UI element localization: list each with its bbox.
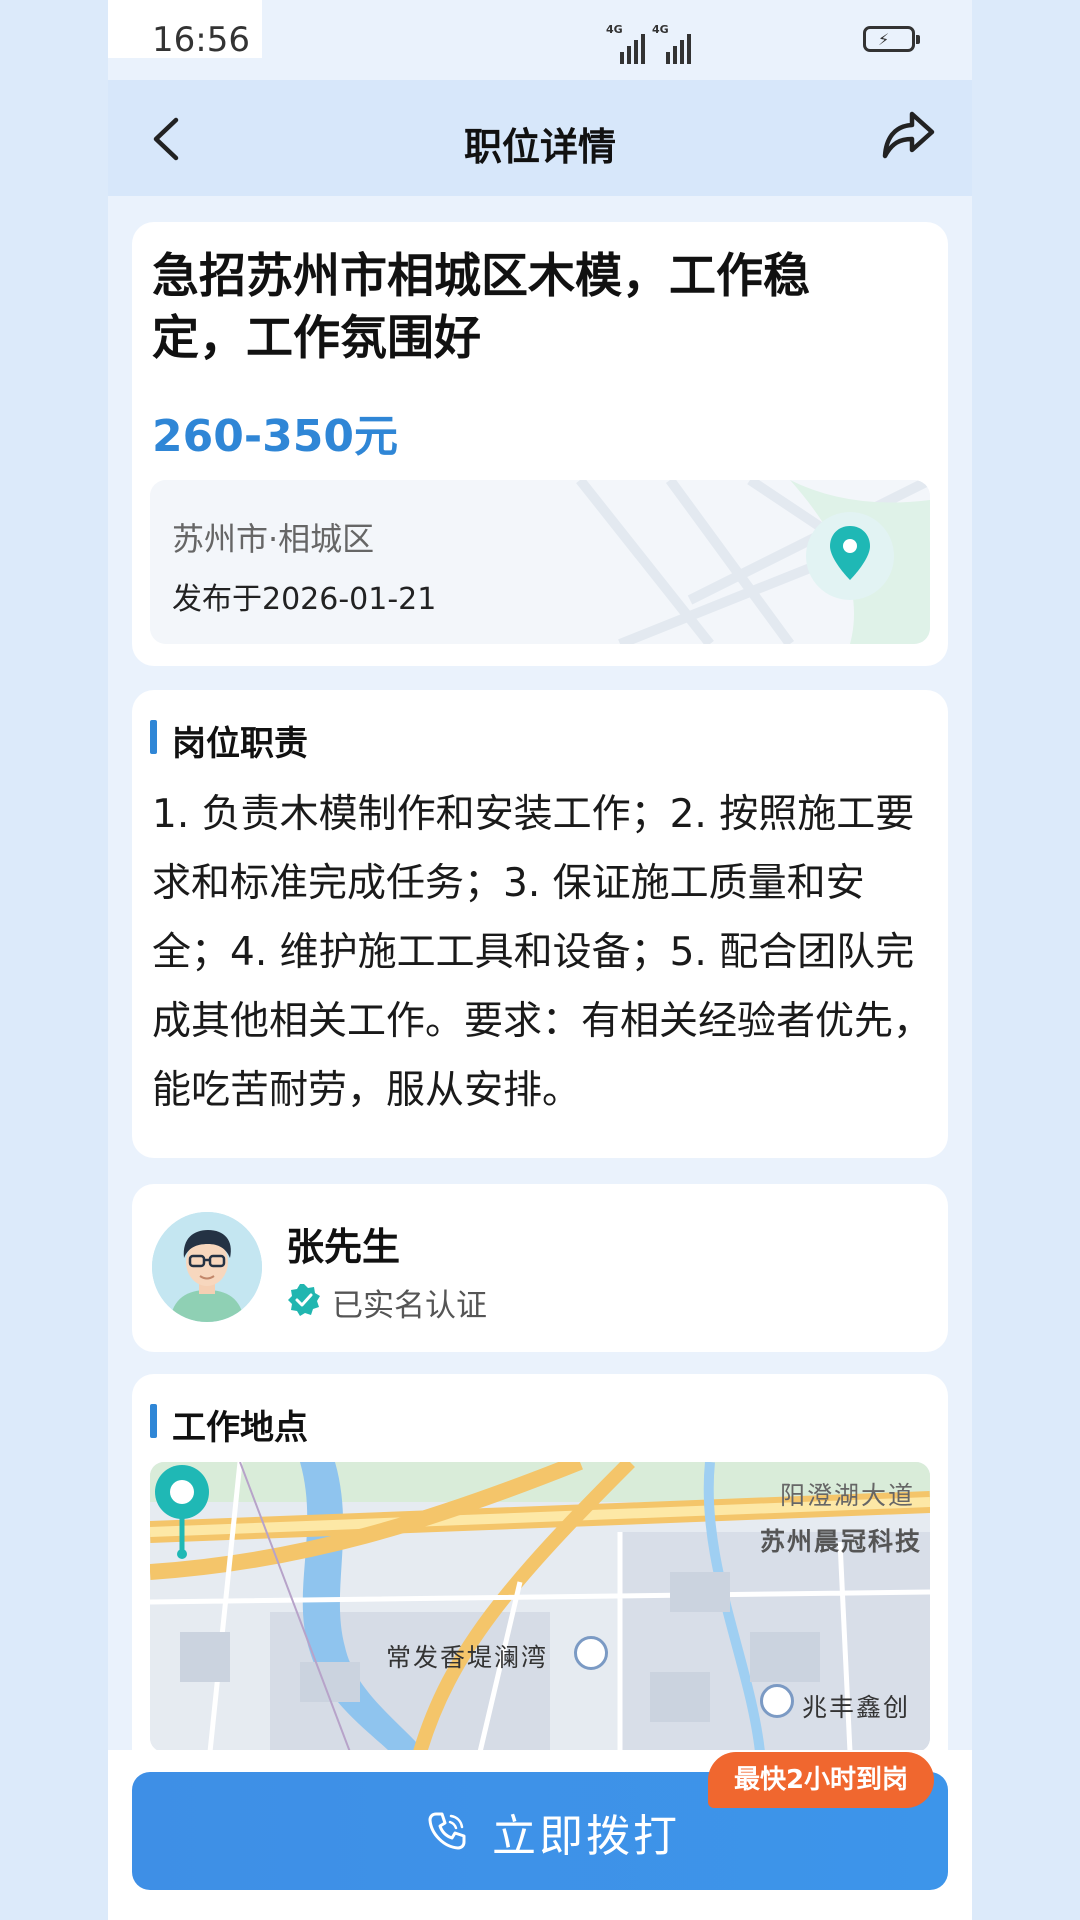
- job-title: 急招苏州市相城区木模，工作稳定，工作氛围好: [152, 249, 810, 366]
- location-pin-icon: [830, 526, 870, 580]
- salary: 260-350元: [152, 411, 398, 462]
- location-box[interactable]: 苏州市·相城区 发布于2026-01-21: [150, 480, 930, 644]
- verified-badge-icon: [288, 1284, 320, 1316]
- home-icon: [760, 1684, 794, 1718]
- contact-card: 张先生 已实名认证: [132, 1184, 948, 1352]
- signal-icon: 4G: [606, 24, 646, 64]
- location-pin-icon: [155, 1465, 209, 1559]
- home-icon: [574, 1636, 608, 1670]
- section-accent-bar: [150, 1404, 157, 1438]
- screen: 16:56 4G 4G ⚡ 职位详情 急招苏州市相城区木模，工作稳定，工作氛围好…: [108, 0, 972, 1920]
- avatar-illustration: [152, 1212, 262, 1322]
- job-summary-card: 急招苏州市相城区木模，工作稳定，工作氛围好 260-350元 苏州市·相城区 发…: [132, 222, 948, 666]
- map-label-company: 苏州晨冠科技: [760, 1527, 923, 1556]
- map-label-place: 常发香堤澜湾: [386, 1643, 549, 1672]
- battery-icon: ⚡: [863, 26, 920, 52]
- section-accent-bar: [150, 720, 157, 754]
- nav-bar: 职位详情: [108, 80, 972, 196]
- map-label-road: 阳澄湖大道: [780, 1481, 916, 1510]
- work-location-heading: 工作地点: [172, 1408, 308, 1448]
- contact-name: 张先生: [286, 1225, 401, 1269]
- map-label-place-2: 兆丰鑫创: [802, 1693, 911, 1722]
- duties-card: 岗位职责 1. 负责木模制作和安装工作；2. 按照施工要求和标准完成任务；3. …: [132, 690, 948, 1158]
- status-time: 16:56: [152, 20, 250, 60]
- signal-icon-2: 4G: [652, 24, 692, 64]
- status-bar: 16:56 4G 4G ⚡: [108, 18, 972, 68]
- call-now-label: 立即拨打: [492, 1811, 680, 1862]
- verified-label: 已实名认证: [332, 1288, 487, 1324]
- page-title: 职位详情: [463, 125, 616, 169]
- avatar: [152, 1212, 262, 1322]
- fast-arrival-badge: 最快2小时到岗: [708, 1752, 934, 1808]
- publish-date: 发布于2026-01-21: [172, 582, 437, 617]
- share-button[interactable]: [878, 106, 938, 166]
- duties-heading: 岗位职责: [172, 724, 308, 764]
- share-icon: [882, 111, 935, 159]
- duties-text: 1. 负责木模制作和安装工作；2. 按照施工要求和标准完成任务；3. 保证施工质…: [152, 792, 933, 1113]
- job-location: 苏州市·相城区: [172, 520, 375, 558]
- map-thumbnail: [150, 480, 930, 644]
- location-map[interactable]: 阳澄湖大道 苏州晨冠科技 常发香堤澜湾 兆丰鑫创: [150, 1462, 930, 1752]
- phone-icon: [428, 1812, 466, 1850]
